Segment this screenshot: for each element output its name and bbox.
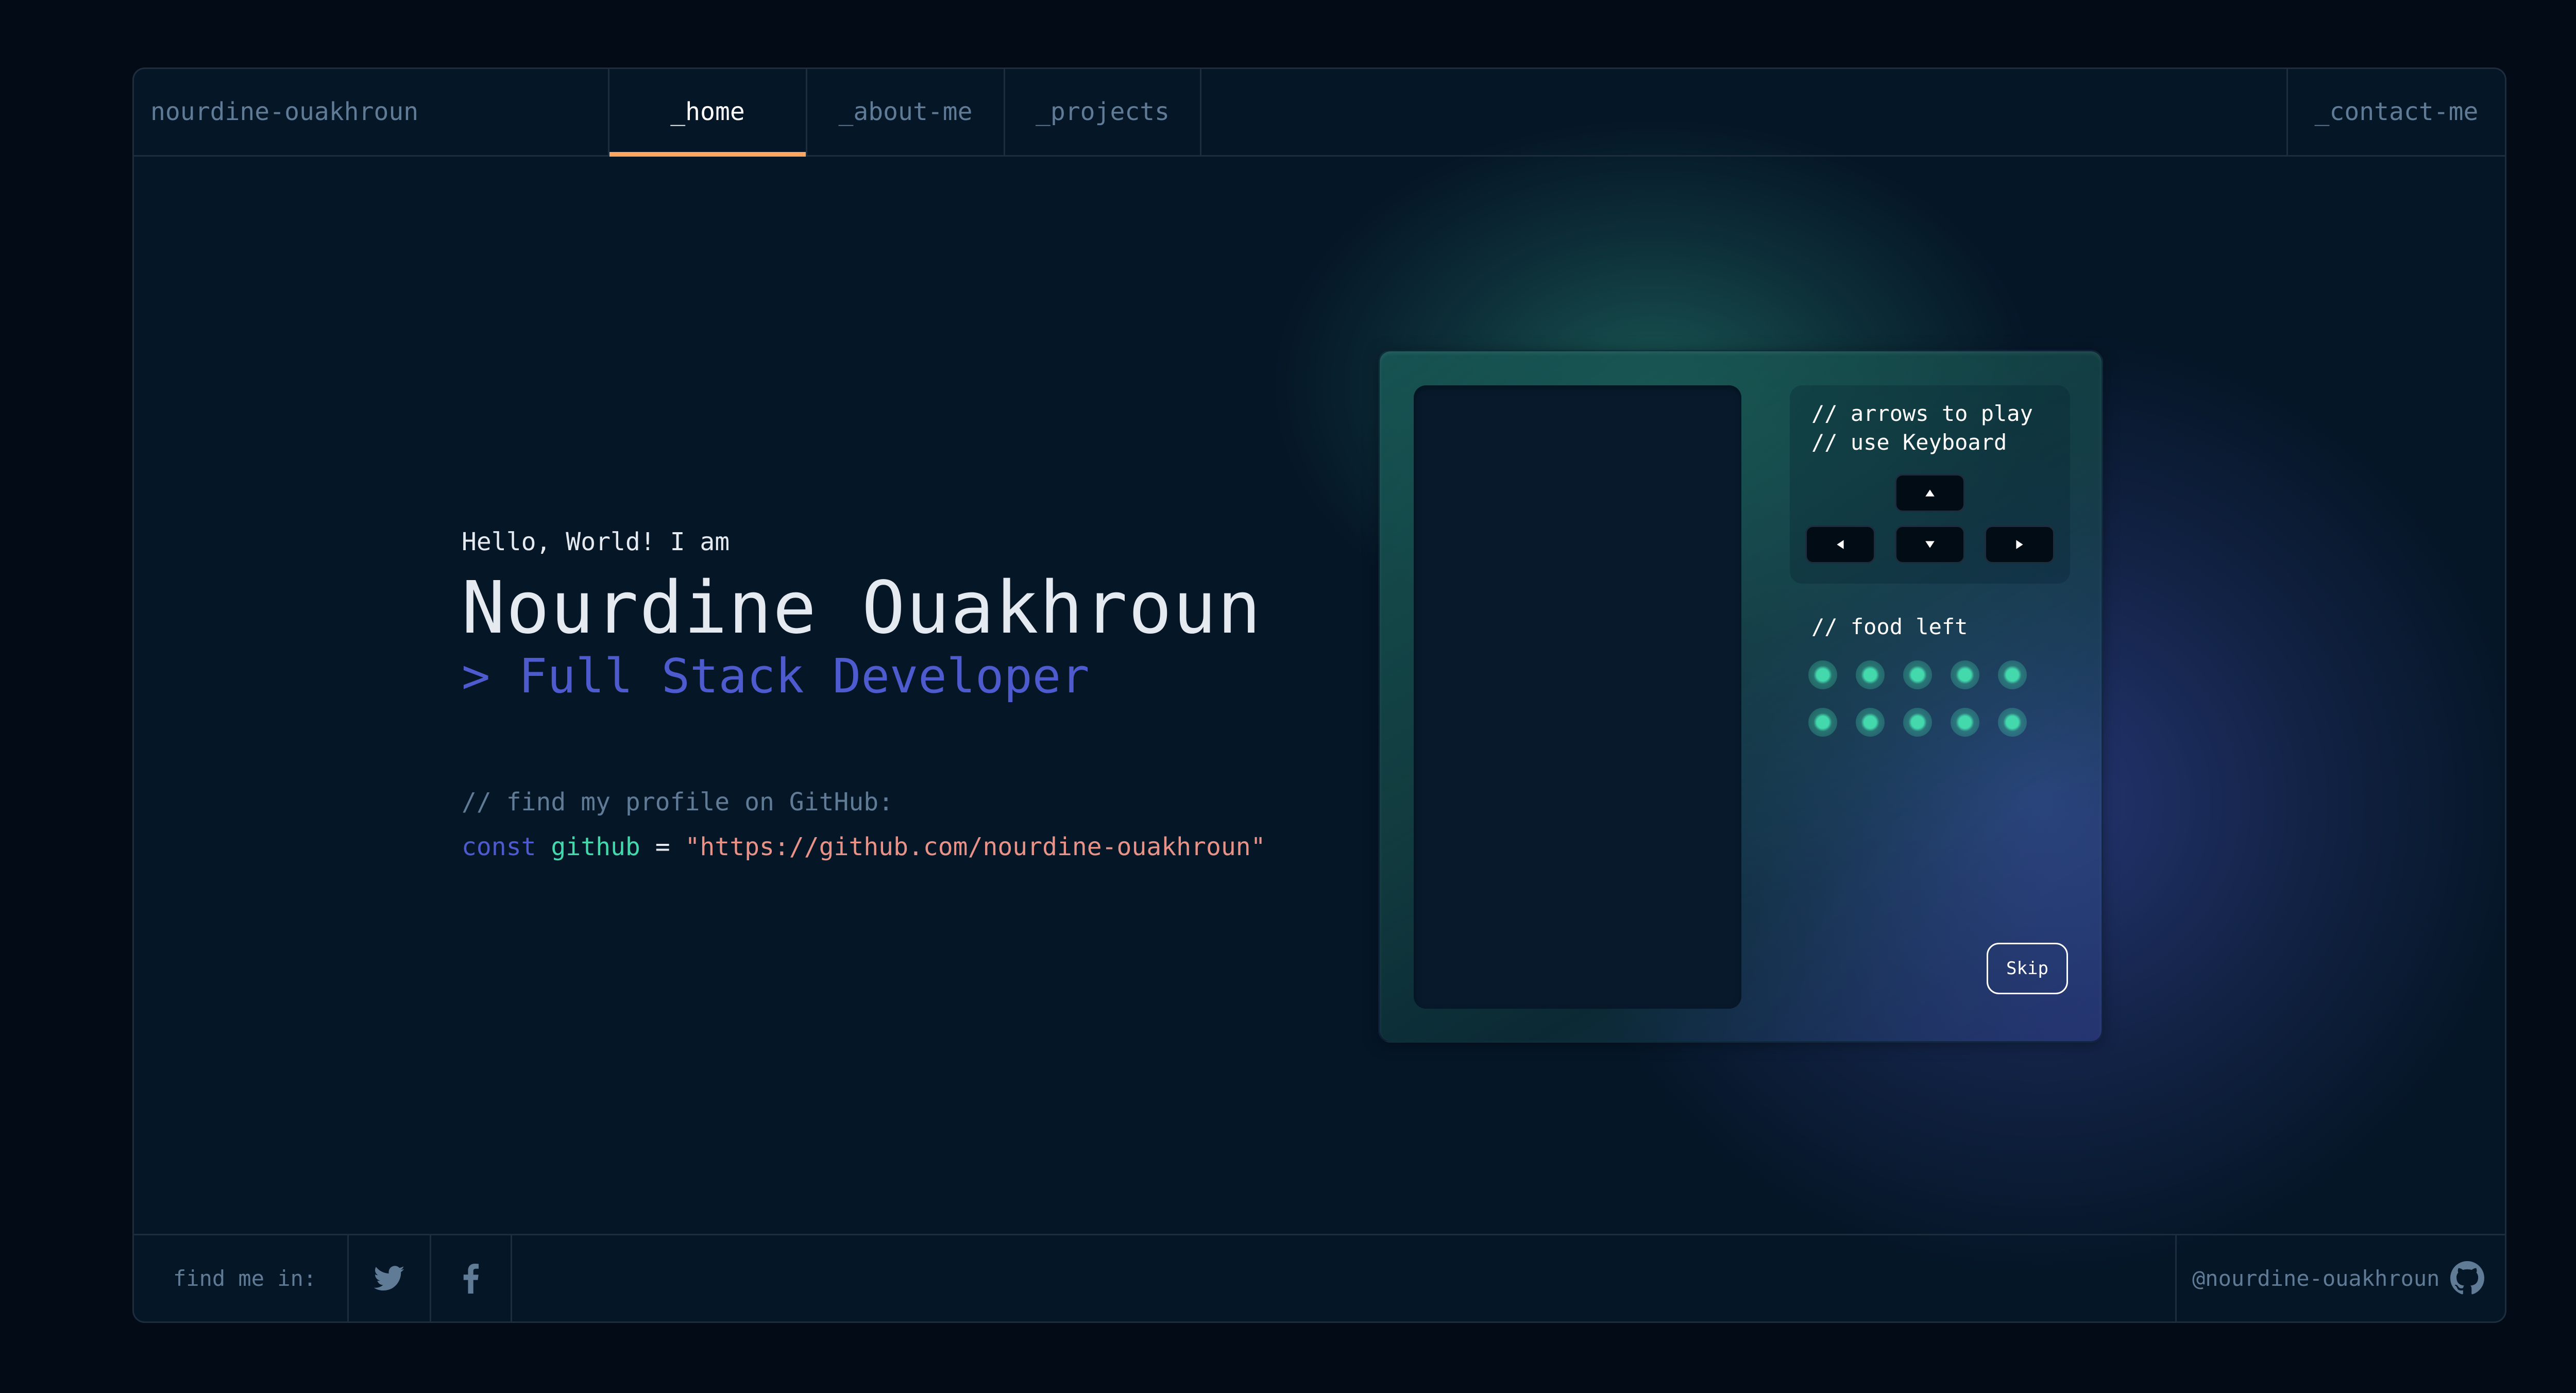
code-variable: github (551, 833, 640, 861)
github-handle: @nourdine-ouakhroun (2192, 1266, 2440, 1291)
tab-about-me[interactable]: _about-me (806, 69, 1004, 155)
triangle-up-icon (1925, 489, 1935, 497)
tab-projects[interactable]: _projects (1004, 69, 1201, 155)
top-nav: nourdine-ouakhroun _home _about-me _proj… (134, 69, 2505, 157)
tab-contact-me[interactable]: _contact-me (2286, 69, 2505, 155)
food-pellet (1951, 660, 1979, 689)
food-pellet (1808, 708, 1837, 737)
food-pellet (1903, 708, 1932, 737)
snake-game-panel: // arrows to play // use Keyboard // foo… (1378, 350, 2103, 1043)
site-brand[interactable]: nourdine-ouakhroun (150, 69, 418, 155)
arrow-up-key[interactable] (1895, 474, 1965, 512)
instruction-keyboard: // use Keyboard (1811, 430, 2007, 455)
facebook-icon (463, 1263, 479, 1294)
facebook-link[interactable] (430, 1235, 512, 1321)
skip-button[interactable]: Skip (1987, 943, 2068, 994)
food-pellet (1856, 660, 1885, 689)
instruction-arrows: // arrows to play (1811, 401, 2033, 426)
github-code-line: const github = "https://github.com/nourd… (462, 833, 1266, 861)
code-keyword: const (462, 833, 536, 861)
github-comment: // find my profile on GitHub: (462, 788, 894, 817)
greeting-text: Hello, World! I am (462, 528, 730, 556)
food-pellet (1856, 708, 1885, 737)
triangle-left-icon (1837, 540, 1844, 549)
twitter-link[interactable] (347, 1235, 430, 1321)
food-pellet (1998, 660, 2027, 689)
find-me-label: find me in: (173, 1266, 317, 1291)
footer: find me in: @nourdine-ouakhroun (134, 1234, 2505, 1321)
game-controls: // arrows to play // use Keyboard (1790, 385, 2070, 584)
game-screen[interactable] (1414, 385, 1741, 1009)
food-pellet (1951, 708, 1979, 737)
portfolio-window: nourdine-ouakhroun _home _about-me _proj… (132, 67, 2506, 1323)
arrow-right-key[interactable] (1985, 525, 2055, 564)
tab-home[interactable]: _home (608, 69, 806, 157)
food-pellet (1998, 708, 2027, 737)
food-left-label: // food left (1811, 614, 1968, 639)
twitter-icon (374, 1265, 404, 1290)
code-operator: = (640, 833, 685, 861)
github-url-link[interactable]: "https://github.com/nourdine-ouakhroun" (685, 833, 1266, 861)
food-pellet (1808, 660, 1837, 689)
github-icon (2450, 1261, 2484, 1295)
github-profile-link[interactable]: @nourdine-ouakhroun (2175, 1235, 2505, 1321)
triangle-down-icon (1925, 541, 1935, 548)
arrow-left-key[interactable] (1805, 525, 1875, 564)
developer-name: Nourdine Ouakhroun (462, 566, 1262, 650)
arrow-down-key[interactable] (1895, 525, 1965, 564)
developer-role: > Full Stack Developer (462, 649, 1090, 704)
food-pellet (1903, 660, 1932, 689)
triangle-right-icon (2016, 540, 2023, 549)
